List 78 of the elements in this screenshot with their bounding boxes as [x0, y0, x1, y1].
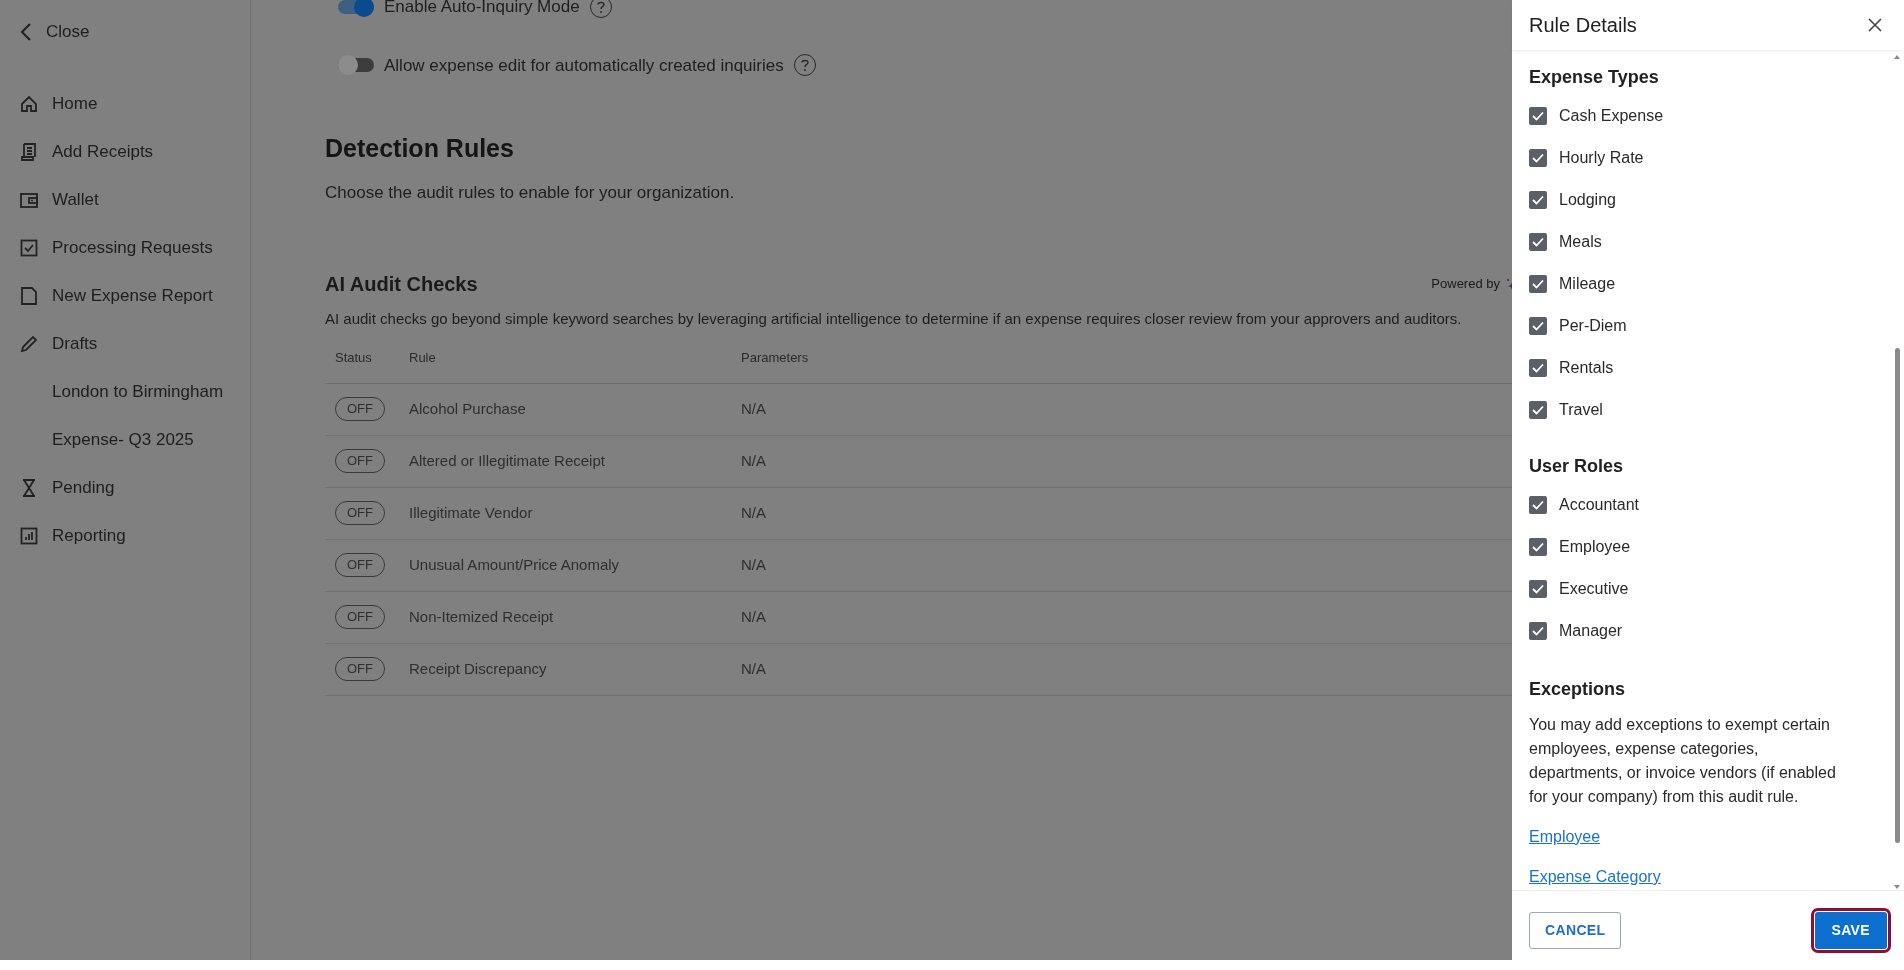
table-cell-text: Altered or Illegitimate Receipt — [409, 450, 606, 471]
table-cell-text: N/A — [741, 658, 767, 679]
panel-title: Rule Details — [1529, 13, 1637, 38]
sidebar-item[interactable]: Drafts — [0, 320, 250, 368]
checkbox-option[interactable]: Executive — [1529, 568, 1880, 610]
checkbox-option[interactable]: Travel — [1529, 389, 1880, 431]
section-description: Choose the audit rules to enable for your organization. — [325, 181, 736, 204]
checkbox[interactable] — [1529, 233, 1547, 251]
checkbox-option[interactable]: Accountant — [1529, 484, 1880, 526]
receipt-icon — [19, 142, 39, 162]
sidebar-item[interactable]: Home — [0, 80, 250, 128]
scroll-up-icon[interactable] — [1893, 54, 1901, 60]
checkbox-option[interactable]: Employee — [1529, 526, 1880, 568]
table-cell-text: N/A — [741, 554, 767, 575]
cancel-button[interactable]: CANCEL — [1529, 912, 1622, 949]
section-heading: AI Audit Checks — [325, 272, 478, 297]
checkbox[interactable] — [1529, 580, 1547, 598]
home-icon — [19, 94, 39, 114]
checkbox-option[interactable]: Hourly Rate — [1529, 137, 1880, 179]
sidebar-item[interactable]: Processing Requests — [0, 224, 250, 272]
checkbox-option[interactable]: Per-Diem — [1529, 305, 1880, 347]
back-icon — [20, 22, 32, 42]
exceptions-description: You may add exceptions to exempt certain employees, expense categories, departments, or invoice vendors (if enabled for your company) from this audit rule. — [1529, 715, 1837, 807]
checkbox-option[interactable]: Cash Expense — [1529, 95, 1880, 137]
checkbox[interactable] — [1529, 191, 1547, 209]
sidebar-item[interactable]: New Expense Report — [0, 272, 250, 320]
checkbox-option[interactable]: Manager — [1529, 610, 1880, 652]
wallet-icon — [19, 190, 39, 210]
exception-link[interactable]: Employee — [1529, 825, 1601, 849]
sidebar-item[interactable]: Add Receipts — [0, 128, 250, 176]
table-cell-text: N/A — [741, 398, 767, 419]
checkbox-option[interactable]: Rentals — [1529, 347, 1880, 389]
table-cell-text: N/A — [741, 450, 767, 471]
powered-by-label: Powered by — [1431, 275, 1500, 294]
chart-icon — [19, 526, 39, 546]
sidebar-item[interactable]: Reporting — [0, 512, 250, 560]
setting-label: Enable Auto-Inquiry Mode — [384, 0, 580, 18]
setting-label: Allow expense edit for automatically created inquiries — [384, 54, 784, 77]
checkbox[interactable] — [1529, 538, 1547, 556]
table-cell-text: Receipt Discrepancy — [409, 658, 548, 679]
close-icon — [1867, 17, 1883, 33]
column-header: Status — [334, 349, 373, 368]
sidebar-item[interactable]: Wallet — [0, 176, 250, 224]
exception-link[interactable]: Expense Category — [1529, 865, 1661, 889]
checkbox-icon — [19, 238, 39, 258]
section-heading: Expense Types — [1529, 66, 1660, 89]
checkbox[interactable] — [1529, 622, 1547, 640]
checkbox[interactable] — [1529, 359, 1547, 377]
section-description: AI audit checks go beyond simple keyword searches by leveraging artificial intelligence to determine if an expense requires closer review from your approvers and auditors. — [325, 309, 1463, 329]
section-heading: Detection Rules — [325, 133, 515, 164]
section-heading: Exceptions — [1529, 678, 1627, 701]
table-cell-text: Unusual Amount/Price Anomaly — [409, 554, 621, 575]
document-icon — [19, 286, 39, 306]
table-cell-text: N/A — [741, 502, 767, 523]
toggle-switch[interactable] — [338, 0, 374, 16]
checkbox[interactable] — [1529, 149, 1547, 167]
section-heading: User Roles — [1529, 455, 1625, 478]
table-cell-text: N/A — [741, 606, 767, 627]
checkbox[interactable] — [1529, 496, 1547, 514]
toggle-switch[interactable] — [338, 56, 374, 75]
checkbox[interactable] — [1529, 401, 1547, 419]
column-header: Rule — [409, 349, 437, 368]
sidebar-subitem[interactable]: Expense- Q3 2025 — [0, 416, 250, 464]
table-cell-text: Non-Itemized Receipt — [409, 606, 555, 627]
sidebar-item[interactable]: Pending — [0, 464, 250, 512]
checkbox-option[interactable]: Lodging — [1529, 179, 1880, 221]
checkbox[interactable] — [1529, 275, 1547, 293]
table-cell-text: Alcohol Purchase — [409, 398, 527, 419]
scroll-down-icon[interactable] — [1893, 884, 1901, 890]
sidebar-subitem[interactable]: London to Birmingham — [0, 368, 250, 416]
table-cell-text: Illegitimate Vendor — [409, 502, 534, 523]
checkbox[interactable] — [1529, 317, 1547, 335]
pencil-icon — [19, 334, 39, 354]
checkbox-option[interactable]: Meals — [1529, 221, 1880, 263]
checkbox-option[interactable]: Mileage — [1529, 263, 1880, 305]
close-button[interactable]: Close — [0, 14, 250, 50]
column-header: Parameters — [741, 349, 810, 368]
checkbox[interactable] — [1529, 107, 1547, 125]
